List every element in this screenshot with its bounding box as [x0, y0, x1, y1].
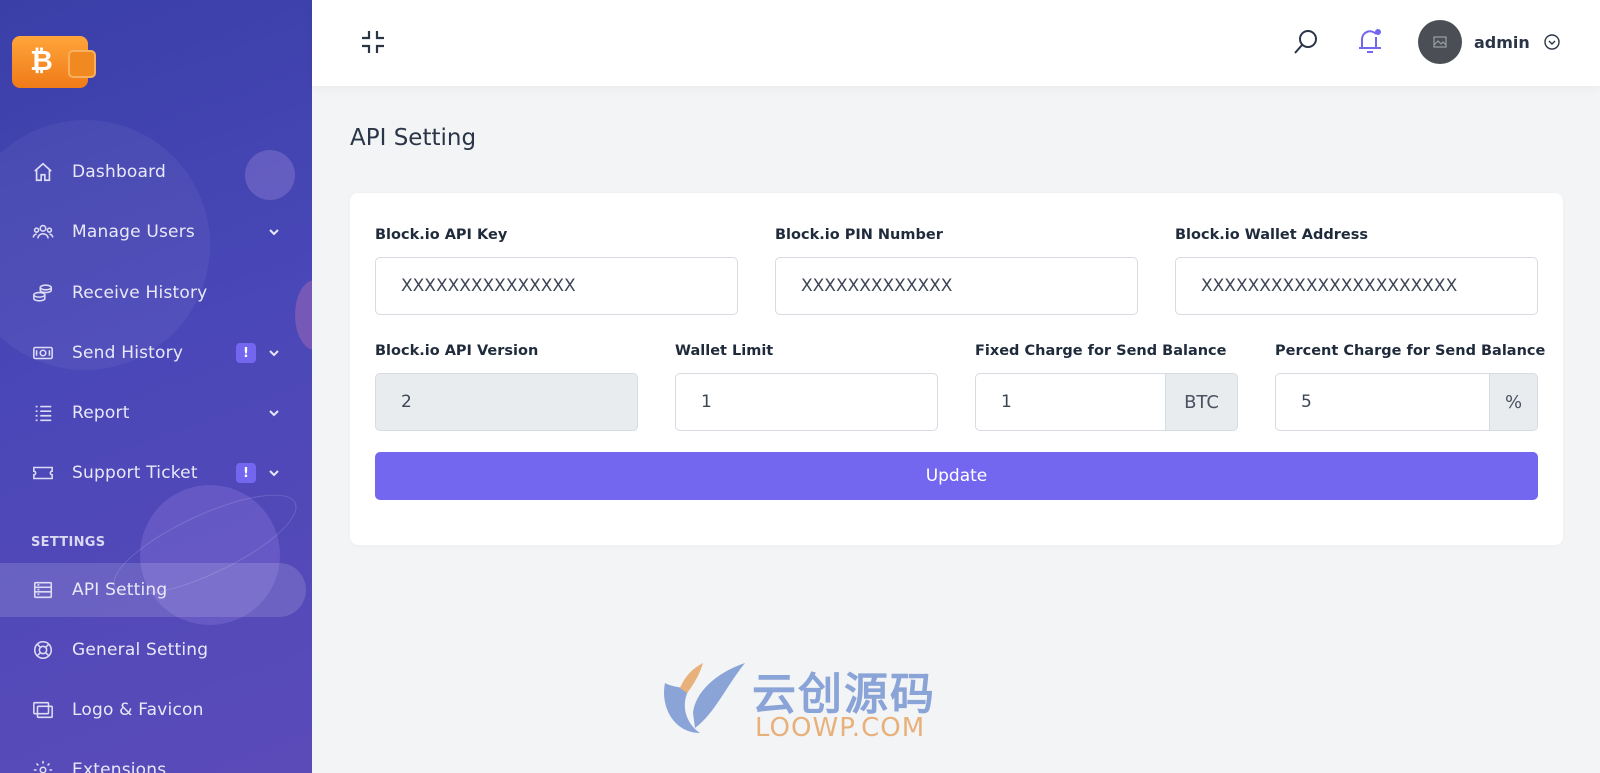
api-version-label: Block.io API Version	[375, 343, 539, 359]
api-key-label: Block.io API Key	[375, 227, 508, 243]
sidebar-item-extensions[interactable]: Extensions	[0, 743, 312, 773]
chevron-down-icon	[269, 229, 279, 236]
sidebar-item-support-ticket[interactable]: Support Ticket !	[0, 446, 312, 500]
api-version-input	[375, 373, 638, 431]
lifebuoy-icon	[32, 639, 54, 661]
update-button[interactable]: Update	[375, 452, 1538, 500]
chevron-down-icon	[269, 470, 279, 477]
image-placeholder-icon	[1433, 36, 1447, 48]
sidebar-item-manage-users[interactable]: Manage Users	[0, 205, 312, 259]
wallet-limit-label: Wallet Limit	[675, 343, 774, 359]
sidebar-item-general-setting[interactable]: General Setting	[0, 623, 312, 677]
coins-icon	[32, 282, 54, 304]
ticket-icon	[32, 462, 54, 484]
collapse-icon[interactable]	[360, 29, 386, 55]
pin-label: Block.io PIN Number	[775, 227, 943, 243]
money-icon	[32, 342, 54, 364]
sidebar-item-label: API Setting	[72, 580, 168, 600]
sidebar-section-title: SETTINGS	[31, 535, 106, 550]
sidebar-item-label: Send History	[72, 343, 184, 363]
percent-charge-label: Percent Charge for Send Balance	[1275, 343, 1546, 359]
images-icon	[32, 699, 54, 721]
chevron-down-icon	[269, 350, 279, 357]
brand-logo[interactable]: ₿	[12, 32, 96, 88]
home-icon	[32, 161, 54, 183]
sidebar-item-label: Logo & Favicon	[72, 700, 204, 720]
sidebar-item-label: Extensions	[72, 760, 167, 773]
api-key-input[interactable]	[375, 257, 738, 315]
bitcoin-icon: ₿	[30, 44, 53, 77]
alert-badge: !	[236, 463, 256, 483]
list-icon	[32, 402, 54, 424]
sidebar-item-send-history[interactable]: Send History !	[0, 326, 312, 380]
sidebar-item-logo-favicon[interactable]: Logo & Favicon	[0, 683, 312, 737]
search-icon[interactable]	[1292, 28, 1320, 56]
page-title: API Setting	[350, 125, 477, 151]
sidebar-item-label: General Setting	[72, 640, 209, 660]
wallet-address-label: Block.io Wallet Address	[1175, 227, 1368, 243]
percent-addon: %	[1490, 373, 1538, 431]
chevron-down-circle-icon[interactable]	[1544, 34, 1560, 50]
topbar: admin	[312, 0, 1600, 86]
bell-icon[interactable]	[1356, 26, 1384, 56]
sidebar-item-report[interactable]: Report	[0, 386, 312, 440]
alert-badge: !	[236, 343, 256, 363]
watermark: 云创源码 LOOWP.COM	[655, 658, 955, 743]
sidebar-item-dashboard[interactable]: Dashboard	[0, 145, 312, 199]
pin-input[interactable]	[775, 257, 1138, 315]
avatar[interactable]	[1418, 20, 1462, 64]
watermark-url: LOOWP.COM	[755, 713, 926, 743]
api-settings-card: Block.io API Key Block.io PIN Number Blo…	[350, 193, 1563, 545]
users-icon	[32, 221, 54, 243]
wallet-address-input[interactable]	[1175, 257, 1538, 315]
user-name[interactable]: admin	[1474, 33, 1530, 52]
chevron-down-icon	[269, 410, 279, 417]
fixed-charge-label: Fixed Charge for Send Balance	[975, 343, 1227, 359]
sidebar-item-label: Receive History	[72, 283, 208, 303]
watermark-logo-icon	[664, 663, 745, 733]
btc-addon: BTC	[1166, 373, 1238, 431]
gear-icon	[32, 759, 54, 773]
sidebar-item-api-setting[interactable]: API Setting	[0, 563, 306, 617]
wallet-limit-input[interactable]	[675, 373, 938, 431]
sidebar: ₿ Dashboard Manage Users Receive History	[0, 0, 312, 773]
sidebar-item-label: Dashboard	[72, 162, 167, 182]
sidebar-item-receive-history[interactable]: Receive History	[0, 266, 312, 320]
sidebar-item-label: Report	[72, 403, 130, 423]
sidebar-item-label: Manage Users	[72, 222, 195, 242]
fixed-charge-input[interactable]	[975, 373, 1166, 431]
server-icon	[32, 579, 54, 601]
sidebar-item-label: Support Ticket	[72, 463, 198, 483]
percent-charge-input[interactable]	[1275, 373, 1490, 431]
